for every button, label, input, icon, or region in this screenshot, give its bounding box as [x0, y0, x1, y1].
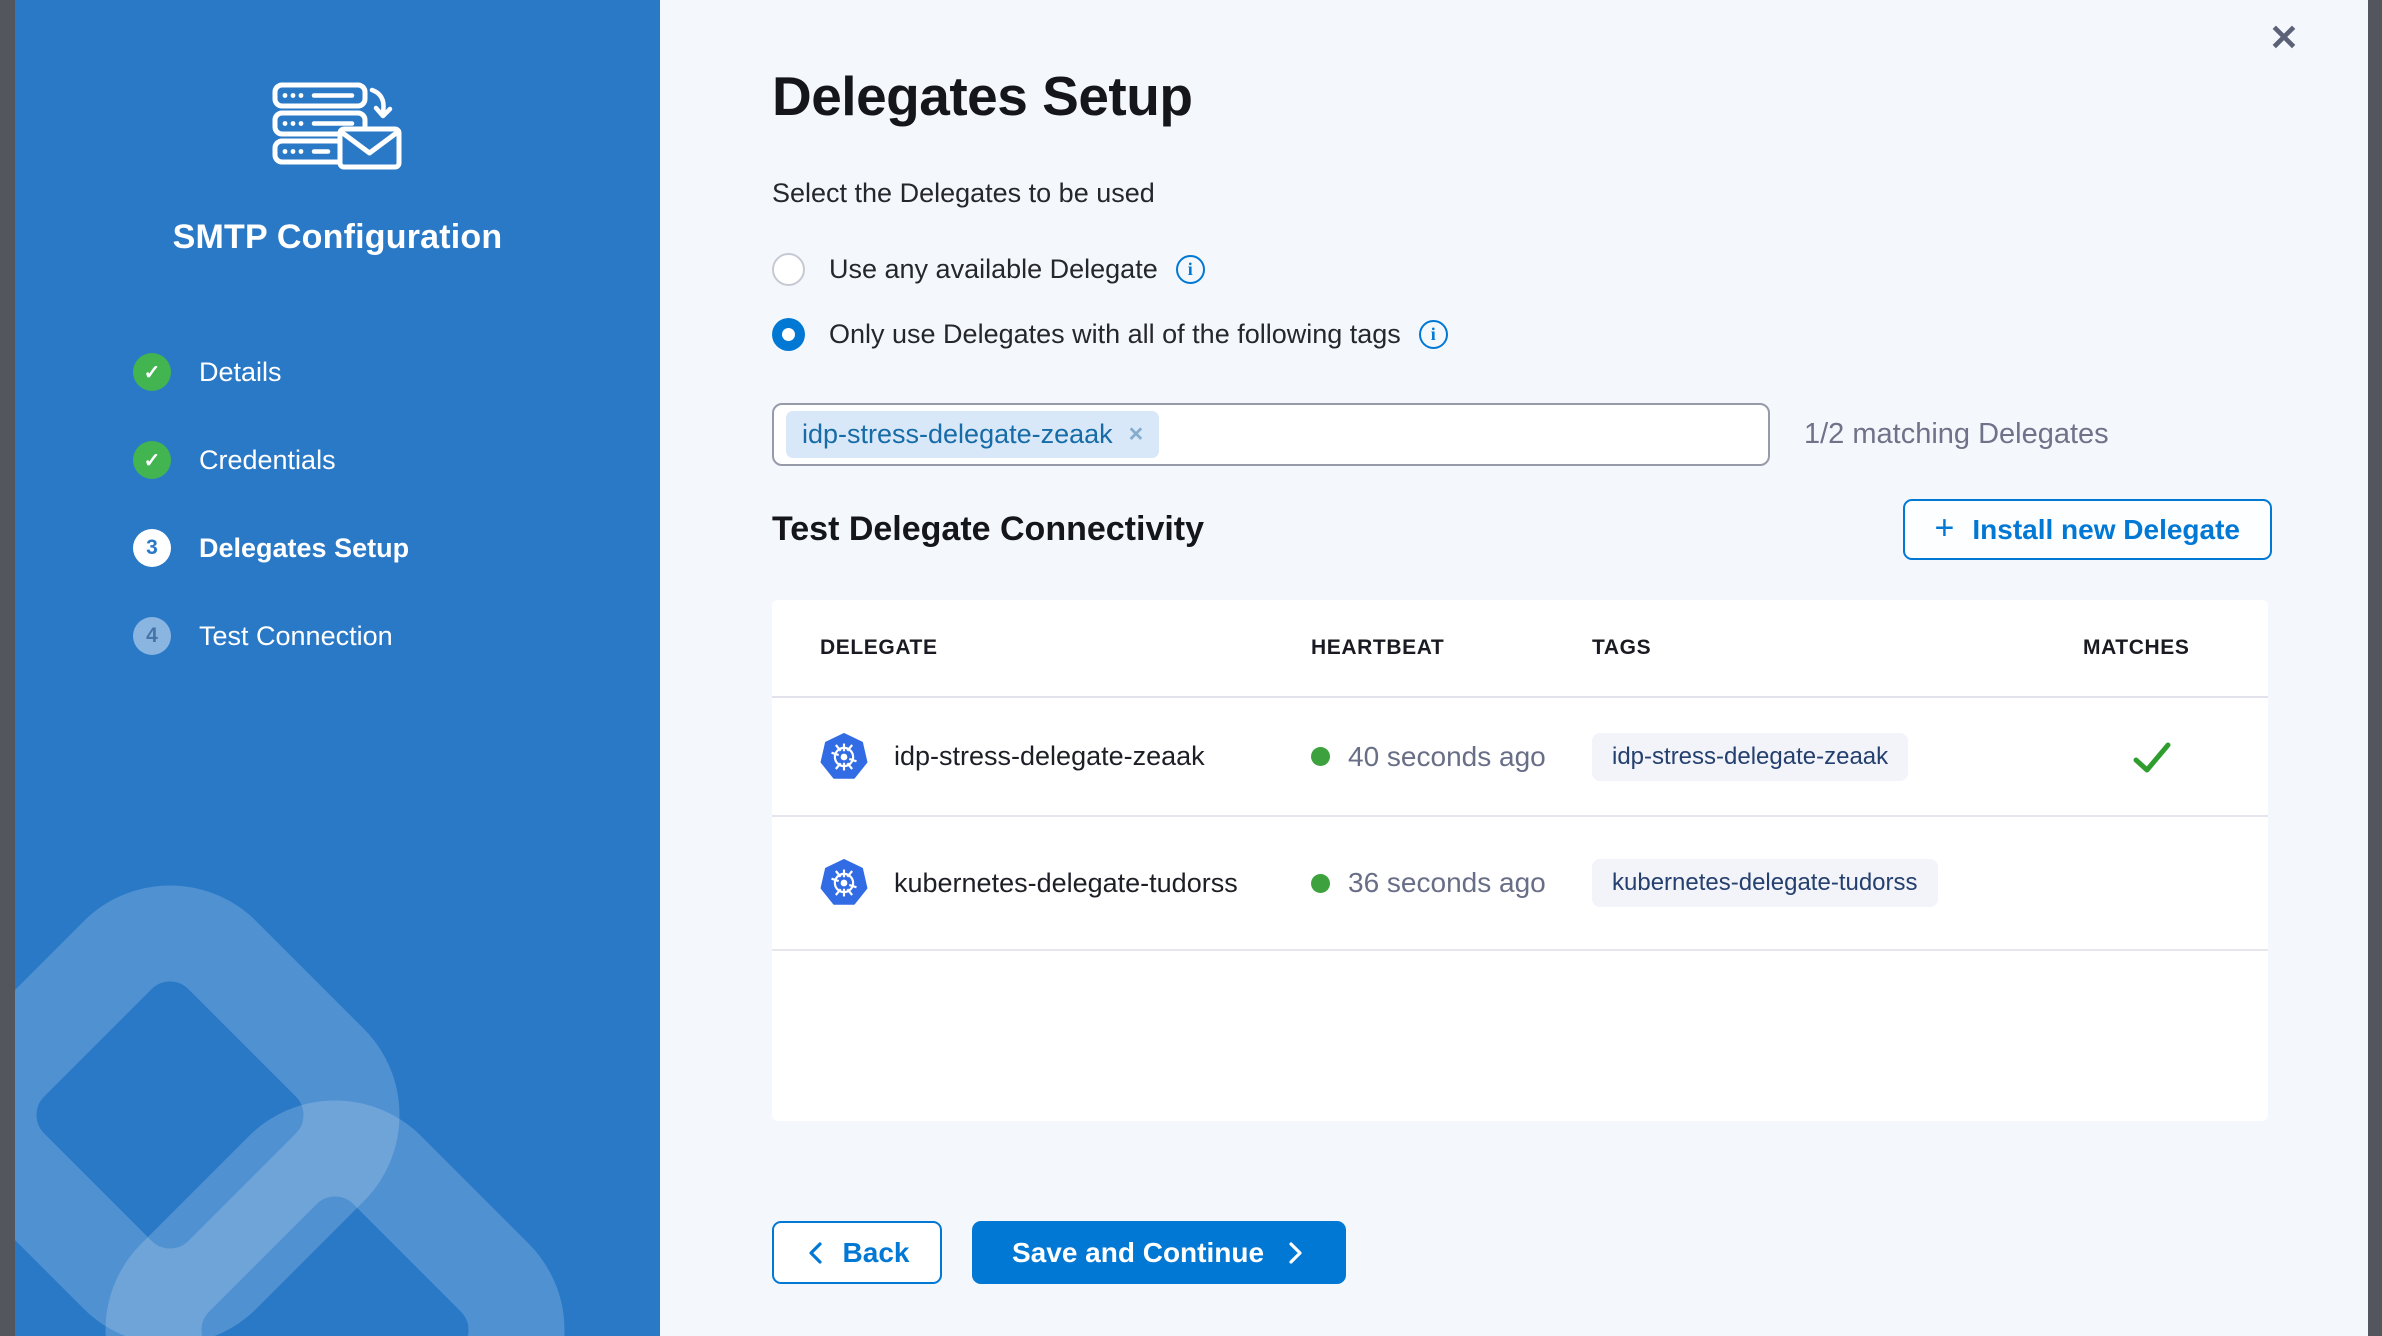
table-row[interactable]: kubernetes-delegate-tudorss 36 seconds a… — [772, 817, 2268, 951]
delegate-tag-badge: kubernetes-delegate-tudorss — [1592, 859, 1938, 907]
column-header-heartbeat: HEARTBEAT — [1311, 636, 1592, 660]
matches-check-icon — [2129, 734, 2175, 780]
wizard-sidebar: SMTP Configuration ✓ Details ✓ Credentia… — [15, 0, 660, 1336]
info-icon[interactable]: i — [1176, 255, 1205, 284]
select-delegates-label: Select the Delegates to be used — [772, 178, 2368, 209]
step-label: Details — [199, 357, 282, 388]
install-button-label: Install new Delegate — [1972, 514, 2240, 546]
kubernetes-icon — [820, 733, 868, 781]
back-button-label: Back — [843, 1237, 910, 1269]
wizard-steps: ✓ Details ✓ Credentials 3 Delegates Setu… — [133, 353, 409, 655]
page-title: Delegates Setup — [772, 64, 2368, 128]
delegates-table: DELEGATE HEARTBEAT TAGS MATCHES — [772, 600, 2268, 1121]
radio-button[interactable] — [772, 253, 805, 286]
radio-label: Use any available Delegate — [829, 254, 1158, 285]
screen-edge-left — [0, 0, 15, 1336]
step-details[interactable]: ✓ Details — [133, 353, 409, 391]
radio-option-any-delegate[interactable]: Use any available Delegate i — [772, 253, 2368, 286]
plus-icon: + — [1935, 509, 1955, 548]
step-delegates-setup[interactable]: 3 Delegates Setup — [133, 529, 409, 567]
wizard-title: SMTP Configuration — [173, 218, 503, 257]
remove-tag-icon[interactable]: × — [1129, 420, 1144, 449]
step-label: Delegates Setup — [199, 533, 409, 564]
save-button-label: Save and Continue — [1012, 1237, 1264, 1269]
kubernetes-icon — [820, 859, 868, 907]
step-complete-check-icon: ✓ — [133, 353, 171, 391]
info-icon[interactable]: i — [1419, 320, 1448, 349]
screen-edge-right — [2368, 0, 2382, 1336]
heartbeat-status-dot — [1311, 747, 1330, 766]
column-header-matches: MATCHES — [2083, 636, 2220, 660]
step-complete-check-icon: ✓ — [133, 441, 171, 479]
step-number-badge: 3 — [133, 529, 171, 567]
smtp-servers-mail-icon — [272, 82, 404, 170]
radio-label: Only use Delegates with all of the follo… — [829, 319, 1401, 350]
delegate-name: kubernetes-delegate-tudorss — [894, 868, 1238, 899]
step-test-connection[interactable]: 4 Test Connection — [133, 617, 409, 655]
step-number-badge: 4 — [133, 617, 171, 655]
tag-chip: idp-stress-delegate-zeaak × — [786, 411, 1159, 458]
delegates-setup-panel: ✕ Delegates Setup Select the Delegates t… — [660, 0, 2368, 1336]
close-icon[interactable]: ✕ — [2260, 14, 2308, 62]
column-header-tags: TAGS — [1592, 636, 2083, 660]
heartbeat-text: 36 seconds ago — [1348, 867, 1546, 899]
chevron-right-icon — [1284, 1240, 1306, 1266]
save-and-continue-button[interactable]: Save and Continue — [972, 1221, 1346, 1284]
chevron-left-icon — [805, 1240, 827, 1266]
table-header-row: DELEGATE HEARTBEAT TAGS MATCHES — [772, 600, 2268, 698]
step-credentials[interactable]: ✓ Credentials — [133, 441, 409, 479]
column-header-delegate: DELEGATE — [820, 636, 1311, 660]
radio-button[interactable] — [772, 318, 805, 351]
install-new-delegate-button[interactable]: + Install new Delegate — [1903, 499, 2273, 560]
heartbeat-status-dot — [1311, 874, 1330, 893]
step-label: Test Connection — [199, 621, 393, 652]
delegate-tags-input[interactable]: idp-stress-delegate-zeaak × — [772, 403, 1770, 466]
table-row[interactable]: idp-stress-delegate-zeaak 40 seconds ago… — [772, 698, 2268, 817]
test-connectivity-title: Test Delegate Connectivity — [772, 510, 1204, 549]
radio-option-tagged-delegates[interactable]: Only use Delegates with all of the follo… — [772, 318, 2368, 351]
matching-delegates-count: 1/2 matching Delegates — [1804, 418, 2109, 451]
back-button[interactable]: Back — [772, 1221, 942, 1284]
delegate-tag-badge: idp-stress-delegate-zeaak — [1592, 733, 1908, 781]
delegate-name: idp-stress-delegate-zeaak — [894, 741, 1205, 772]
tag-chip-label: idp-stress-delegate-zeaak — [802, 419, 1113, 450]
step-label: Credentials — [199, 445, 336, 476]
heartbeat-text: 40 seconds ago — [1348, 741, 1546, 773]
